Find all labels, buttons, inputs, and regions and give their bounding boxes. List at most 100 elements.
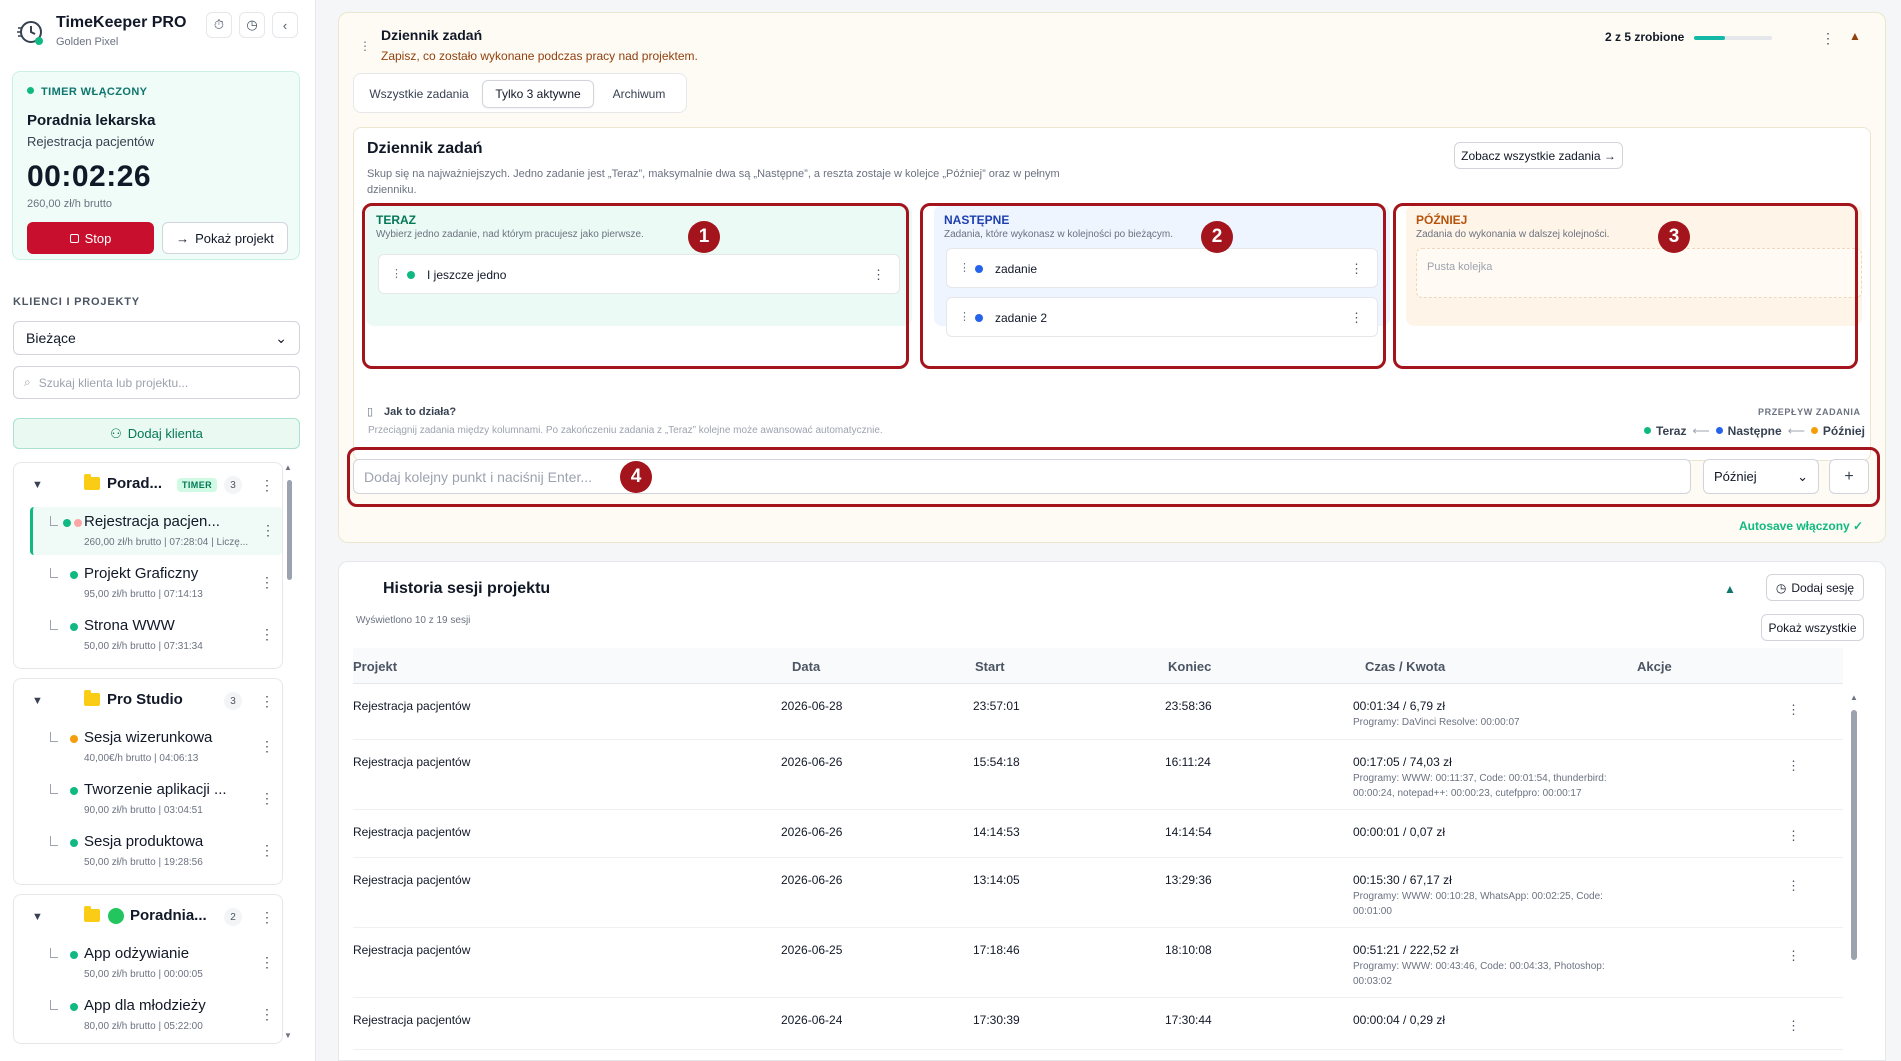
project-item[interactable]: Strona WWW 50,00 zł/h brutto | 07:31:34 …: [30, 611, 282, 659]
more-icon[interactable]: ⋮: [260, 1007, 274, 1021]
project-item[interactable]: Sesja wizerunkowa 40,00€/h brutto | 04:0…: [30, 723, 282, 771]
clients-section-label: KLIENCI I PROJEKTY: [13, 296, 140, 308]
more-icon[interactable]: ⋮: [1787, 948, 1800, 964]
project-item[interactable]: Sesja produktowa 50,00 zł/h brutto | 19:…: [30, 827, 282, 875]
more-icon[interactable]: ⋮: [260, 955, 274, 969]
client-search-input[interactable]: ⌕ Szukaj klienta lub projektu...: [13, 366, 300, 399]
project-item[interactable]: App odżywianie 50,00 zł/h brutto | 00:00…: [30, 939, 282, 987]
cell-amount: 00:51:21 / 222,52 zł: [1353, 943, 1459, 957]
sidebar-scroll-thumb[interactable]: [287, 480, 292, 580]
sidebar: TimeKeeper PRO Golden Pixel ⏱ ◷ ‹ TIMER …: [0, 0, 316, 1061]
more-icon[interactable]: ⋮: [1787, 758, 1800, 774]
more-icon[interactable]: ⋮: [1821, 31, 1835, 45]
collapse-caret-icon[interactable]: ▲: [1849, 29, 1861, 43]
app-subtitle: Golden Pixel: [56, 36, 119, 48]
history-scroll-thumb[interactable]: [1851, 710, 1857, 960]
clock-logo-icon: [17, 21, 43, 45]
more-icon[interactable]: ⋮: [260, 910, 274, 924]
cell-date: 2026-06-26: [781, 755, 843, 769]
collapse-triangle-icon[interactable]: ▼: [32, 479, 43, 491]
cell-project: Rejestracja pacjentów: [353, 1013, 471, 1027]
client-group: ▼ Pro Studio 3 ⋮ Sesja wizerunkowa 40,00…: [13, 678, 283, 885]
more-icon[interactable]: ⋮: [260, 575, 274, 589]
project-item[interactable]: Tworzenie aplikacji ... 90,00 zł/h brutt…: [30, 775, 282, 823]
cell-date: 2026-06-26: [781, 825, 843, 839]
project-meta: 80,00 zł/h brutto | 05:22:00: [84, 1021, 203, 1032]
tab-all-tasks[interactable]: Wszystkie zadania: [360, 80, 478, 108]
drag-handle-icon[interactable]: ⋮: [359, 39, 371, 53]
timer-project: Rejestracja pacjentów: [27, 134, 155, 149]
client-group-header[interactable]: ▼ Poradnia... 2 ⋮: [14, 895, 282, 939]
collapse-triangle-icon[interactable]: ▼: [32, 695, 43, 707]
add-client-button[interactable]: ⚇ Dodaj klienta: [13, 418, 300, 449]
more-icon[interactable]: ⋮: [260, 478, 274, 492]
table-row[interactable]: Rejestracja pacjentów 2026-06-24 17:30:3…: [353, 998, 1843, 1050]
status-dot: [70, 1003, 78, 1011]
cell-start: 13:14:05: [973, 873, 1020, 887]
status-dot: [70, 571, 78, 579]
tab-active-only[interactable]: Tylko 3 aktywne: [482, 80, 594, 108]
more-icon[interactable]: ⋮: [1787, 1018, 1800, 1034]
flow-arrow: ⟵: [1692, 424, 1710, 438]
task-flow: Teraz ⟵ Następne ⟵ Później: [1644, 424, 1865, 438]
collapse-caret-icon[interactable]: ▲: [1724, 582, 1736, 596]
see-all-tasks-button[interactable]: Zobacz wszystkie zadania →: [1454, 142, 1623, 169]
cell-project: Rejestracja pacjentów: [353, 755, 471, 769]
more-icon[interactable]: ⋮: [260, 791, 274, 805]
cell-end: 13:29:36: [1165, 873, 1212, 887]
session-history-panel: Historia sesji projektu ▲ ◷ Dodaj sesję W…: [338, 561, 1886, 1061]
column-header: Koniec: [1168, 659, 1212, 674]
scroll-up-icon[interactable]: ▲: [284, 463, 292, 472]
project-item[interactable]: App dla młodzieży 80,00 zł/h brutto | 05…: [30, 991, 282, 1039]
client-group: ▼ Poradnia... 2 ⋮ App odżywianie 50,00 z…: [13, 894, 283, 1044]
chevron-left-icon: ‹: [282, 17, 288, 33]
show-all-sessions-button[interactable]: Pokaż wszystkie: [1761, 614, 1864, 641]
more-icon[interactable]: ⋮: [260, 843, 274, 857]
table-row[interactable]: Rejestracja pacjentów 2026-06-26 14:14:5…: [353, 810, 1843, 858]
project-item[interactable]: Rejestracja pacjen... 260,00 zł/h brutto…: [30, 507, 282, 555]
client-group-header[interactable]: ▼ Porad... TIMER 3 ⋮: [14, 463, 282, 507]
project-name: Strona WWW: [84, 617, 175, 634]
stopwatch-icon: ⏱: [213, 17, 225, 32]
cell-project: Rejestracja pacjentów: [353, 699, 471, 713]
tab-archive[interactable]: Archiwum: [598, 80, 680, 108]
cell-programs: Programy: WWW: 00:11:37, Code: 00:01:54,…: [1353, 773, 1607, 799]
table-row[interactable]: Rejestracja pacjentów 2026-06-28 23:57:0…: [353, 684, 1843, 740]
history-button[interactable]: ◷: [239, 12, 265, 38]
folder-icon: [84, 906, 100, 922]
table-row[interactable]: Rejestracja pacjentów 2026-06-26 13:14:0…: [353, 858, 1843, 928]
client-filter-select[interactable]: Bieżące ⌄: [13, 321, 300, 355]
timer-client: Poradnia lekarska: [27, 112, 156, 129]
flow-label: PRZEPŁYW ZADANIA: [1758, 407, 1861, 417]
project-item[interactable]: Projekt Graficzny 95,00 zł/h brutto | 07…: [30, 559, 282, 607]
collapse-triangle-icon[interactable]: ▼: [32, 911, 43, 923]
table-row[interactable]: Rejestracja pacjentów 2026-06-26 15:54:1…: [353, 740, 1843, 810]
show-project-button[interactable]: → Pokaż projekt: [162, 222, 288, 254]
sessions-table: Projekt Data Start Koniec Czas / Kwota A…: [353, 648, 1843, 1050]
column-header: Data: [792, 659, 821, 674]
stop-timer-button[interactable]: Stop: [27, 222, 154, 254]
project-name: App odżywianie: [84, 945, 190, 962]
stopwatch-button[interactable]: ⏱: [206, 12, 232, 38]
more-icon[interactable]: ⋮: [260, 627, 274, 641]
cell-end: 16:11:24: [1165, 755, 1211, 769]
scroll-up-icon[interactable]: ▲: [1850, 693, 1858, 702]
client-group-header[interactable]: ▼ Pro Studio 3 ⋮: [14, 679, 282, 723]
add-session-button[interactable]: ◷ Dodaj sesję: [1766, 574, 1864, 601]
project-meta: 50,00 zł/h brutto | 00:00:05: [84, 969, 203, 980]
cell-amount: 00:00:04 / 0,29 zł: [1353, 1013, 1446, 1027]
scroll-down-icon[interactable]: ▼: [284, 1031, 292, 1040]
more-icon[interactable]: ⋮: [260, 739, 274, 753]
annotation-box: [347, 447, 1880, 507]
table-row[interactable]: Rejestracja pacjentów 2026-06-25 17:18:4…: [353, 928, 1843, 998]
more-icon[interactable]: ⋮: [260, 694, 274, 708]
cell-start: 17:18:46: [973, 943, 1020, 957]
more-icon[interactable]: ⋮: [261, 523, 275, 537]
tree-branch: [50, 1000, 58, 1010]
more-icon[interactable]: ⋮: [1787, 878, 1800, 894]
more-icon[interactable]: ⋮: [1787, 828, 1800, 844]
arrow-right-icon: →: [176, 230, 190, 246]
more-icon[interactable]: ⋮: [1787, 702, 1800, 718]
status-dot: [70, 839, 78, 847]
collapse-sidebar-button[interactable]: ‹: [272, 12, 298, 38]
